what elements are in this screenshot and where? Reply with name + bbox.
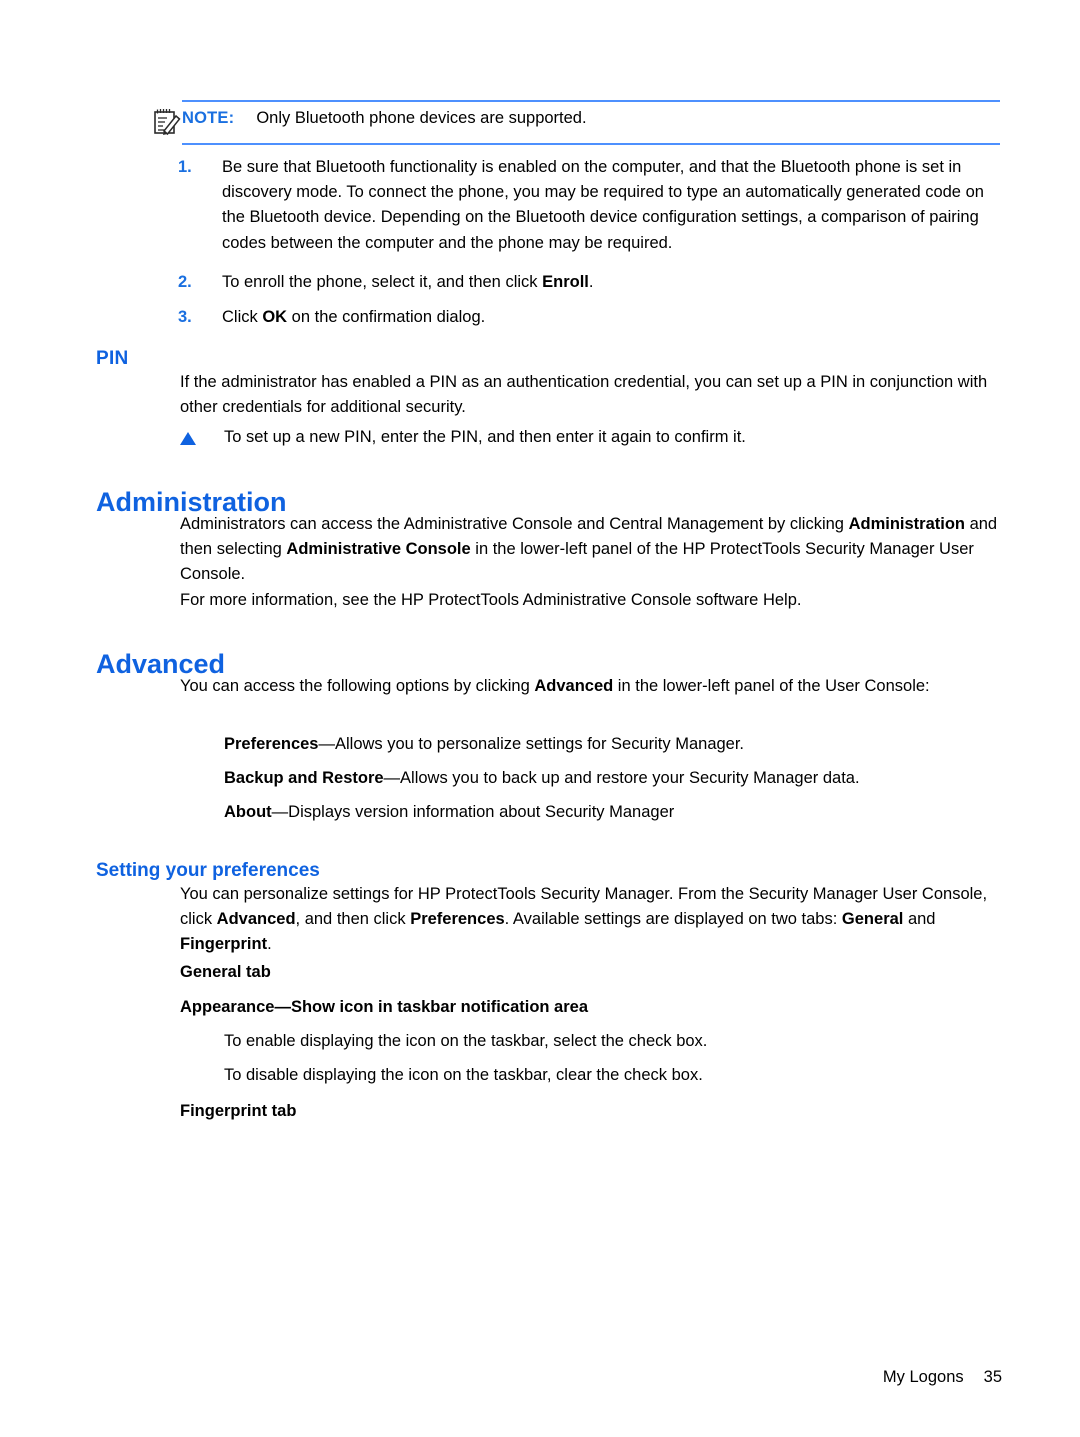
list-item: 3. Click OK on the confirmation dialog.: [178, 305, 1002, 330]
text-run: You can access the following options by …: [180, 677, 535, 695]
advanced-intro-paragraph: You can access the following options by …: [180, 674, 1002, 699]
text-run: Administrators can access the Administra…: [180, 515, 849, 533]
option-definition: Allows you to personalize settings for S…: [334, 735, 745, 753]
enable-icon-instruction: To enable displaying the icon on the tas…: [224, 1032, 708, 1050]
text-run: .: [267, 935, 272, 954]
list-marker: 2.: [178, 272, 192, 291]
bold-run: Fingerprint: [180, 935, 268, 954]
text-run: in the lower-left panel of the User Cons…: [613, 677, 930, 695]
option-dash: —: [318, 735, 335, 753]
text-run: on the confirmation dialog.: [287, 308, 486, 327]
option-term: Preferences: [224, 735, 319, 753]
appearance-setting-label: Appearance—Show icon in taskbar notifica…: [180, 998, 589, 1016]
text-run: , and then click: [295, 910, 411, 929]
note-content-row: NOTE: Only Bluetooth phone devices are s…: [152, 102, 1000, 143]
footer-page-number: 35: [983, 1368, 1002, 1386]
pin-bullet-item: To set up a new PIN, enter the PIN, and …: [180, 425, 1002, 450]
list-item: 2. To enroll the phone, select it, and t…: [178, 270, 1002, 295]
list-marker: 3.: [178, 308, 192, 327]
list-item-text: Be sure that Bluetooth functionality is …: [222, 158, 984, 252]
text-run: .: [588, 272, 594, 291]
pin-paragraph: If the administrator has enabled a PIN a…: [180, 373, 988, 417]
list-marker: 1.: [178, 158, 192, 176]
option-dash: —: [271, 803, 289, 821]
text-run: Click: [222, 308, 263, 327]
bold-run: Enroll: [542, 272, 589, 291]
advanced-option-about: About—Displays version information about…: [224, 800, 1002, 825]
page-footer: My Logons 35: [865, 1346, 1002, 1409]
note-text: Only Bluetooth phone devices are support…: [256, 109, 587, 127]
general-tab-label: General tab: [180, 963, 271, 981]
option-term: Backup and Restore: [224, 769, 384, 787]
note-callout: NOTE: Only Bluetooth phone devices are s…: [152, 100, 1000, 145]
text-run: To enroll the phone, select it, and then…: [222, 272, 543, 291]
advanced-option-preferences: Preferences—Allows you to personalize se…: [224, 732, 1002, 757]
document-page: NOTE: Only Bluetooth phone devices are s…: [0, 0, 1080, 1437]
fingerprint-tab-label: Fingerprint tab: [180, 1102, 297, 1120]
administration-paragraph-1: Administrators can access the Administra…: [180, 512, 1002, 588]
heading-setting-your-preferences: Setting your preferences: [96, 859, 320, 881]
text-run: . Available settings are displayed on tw…: [504, 910, 842, 929]
disable-icon-instruction: To disable displaying the icon on the ta…: [224, 1066, 703, 1084]
bold-run: Administration: [848, 515, 965, 533]
advanced-option-backup-restore: Backup and Restore—Allows you to back up…: [224, 766, 1002, 791]
list-item-text: Click OK on the confirmation dialog.: [222, 305, 1002, 330]
bold-run: Preferences: [410, 910, 505, 929]
bold-run: General: [841, 910, 904, 929]
list-item: 1. Be sure that Bluetooth functionality …: [178, 155, 1002, 256]
note-label: NOTE:: [182, 109, 235, 127]
note-pad-pencil-icon: [152, 106, 182, 136]
text-run: and: [903, 910, 936, 929]
note-bottom-rule: [182, 143, 1000, 145]
procedure-list: 1. Be sure that Bluetooth functionality …: [178, 155, 1002, 340]
bold-run: OK: [262, 308, 288, 327]
heading-pin: PIN: [96, 347, 129, 369]
option-definition: Displays version information about Secur…: [288, 803, 675, 821]
administration-paragraph-2: For more information, see the HP Protect…: [180, 591, 802, 609]
bold-run: Advanced: [534, 677, 614, 695]
preferences-paragraph: You can personalize settings for HP Prot…: [180, 882, 1006, 958]
option-term: About: [224, 803, 272, 821]
bold-run: Administrative Console: [286, 540, 471, 559]
triangle-bullet-icon: [180, 425, 224, 445]
option-dash: —: [383, 769, 401, 787]
bold-run: Advanced: [216, 910, 296, 929]
option-definition: Allows you to back up and restore your S…: [400, 769, 860, 787]
list-item-text: To enroll the phone, select it, and then…: [222, 270, 1002, 295]
footer-chapter-label: My Logons: [882, 1368, 964, 1386]
pin-bullet-text: To set up a new PIN, enter the PIN, and …: [224, 428, 746, 446]
